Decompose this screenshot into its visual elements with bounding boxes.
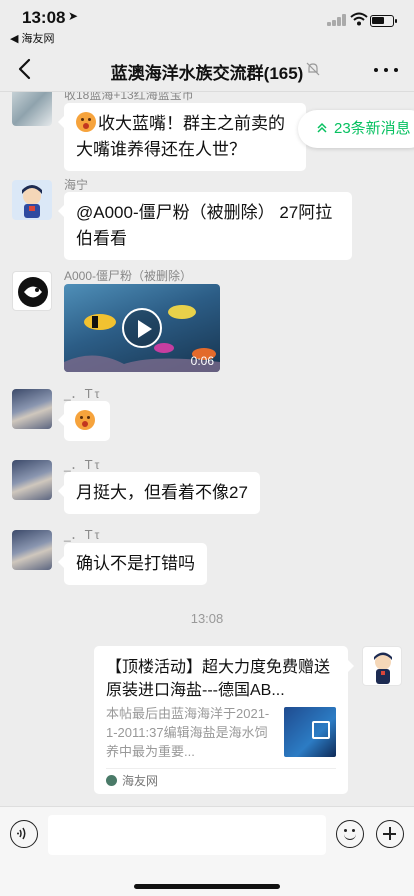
plus-icon[interactable] xyxy=(376,820,404,848)
divider xyxy=(106,768,336,769)
double-chevron-up-icon xyxy=(317,122,327,133)
message-bubble[interactable] xyxy=(58,401,110,441)
message-timestamp: 13:08 xyxy=(190,611,224,626)
cartoon-avatar-icon xyxy=(22,185,42,218)
message-text: 收大蓝嘴！群主之前卖的大嘴谁养得还在人世？ xyxy=(76,114,285,159)
video-message[interactable]: 0:06 xyxy=(64,284,220,372)
link-card[interactable]: 【顶楼活动】超大力度免费赠送原装进口海盐---德国AB... 本帖最后由蓝海海洋… xyxy=(94,646,354,794)
cartoon-avatar-icon xyxy=(374,652,392,684)
sender-name: _．Ｔτ xyxy=(64,528,100,542)
link-card-title: 【顶楼活动】超大力度免费赠送原装进口海盐---德国AB... xyxy=(106,659,331,699)
message-text: @A000-僵尸粉（被删除） 27阿拉伯看看 xyxy=(76,203,333,248)
my-avatar[interactable] xyxy=(362,646,402,686)
avatar[interactable] xyxy=(12,92,52,126)
signal-icon xyxy=(327,14,347,26)
chat-title: 蓝澳海洋水族交流群(165) xyxy=(110,64,304,83)
battery-icon xyxy=(370,15,397,27)
message-bubble[interactable]: 收大蓝嘴！群主之前卖的大嘴谁养得还在人世？ xyxy=(58,103,306,171)
source-name: 海友网 xyxy=(122,774,159,788)
sender-name: _．Ｔτ xyxy=(64,458,100,472)
chat-header: 蓝澳海洋水族交流群(165) xyxy=(0,46,414,92)
location-arrow-icon: ➤ xyxy=(68,9,79,23)
sender-name: _．Ｔτ xyxy=(64,387,100,401)
new-messages-button[interactable]: 23条新消息 xyxy=(298,110,414,148)
message-bubble[interactable]: 确认不是打错吗 xyxy=(58,543,207,585)
input-bar xyxy=(0,806,414,896)
source-app-icon xyxy=(106,775,117,786)
emoji-icon[interactable] xyxy=(336,820,364,848)
sender-name: A000-僵尸粉（被删除） xyxy=(64,269,193,283)
avatar[interactable] xyxy=(12,389,52,429)
play-icon[interactable] xyxy=(122,308,162,348)
kiss-emoji-icon xyxy=(75,410,95,430)
more-dots-icon[interactable] xyxy=(372,58,400,80)
home-indicator xyxy=(134,884,280,889)
bell-muted-icon xyxy=(306,62,320,76)
avatar[interactable] xyxy=(12,460,52,500)
message-bubble[interactable]: 月挺大，但看着不像27 xyxy=(58,472,260,514)
message-text: 月挺大，但看着不像27 xyxy=(76,483,248,502)
avatar[interactable] xyxy=(12,180,52,220)
fish-logo-icon xyxy=(18,277,48,307)
kiss-emoji-icon xyxy=(76,112,96,132)
message-list[interactable]: 收18蓝海+13红海蓝宝币 收大蓝嘴！群主之前卖的大嘴谁养得还在人世？ 23条新… xyxy=(0,92,414,806)
link-card-thumbnail xyxy=(284,707,336,757)
link-card-description: 本帖最后由蓝海海洋于2021-1-2011:37编辑海盐是海水饲养中最为重要..… xyxy=(106,706,270,759)
message-input[interactable] xyxy=(48,815,326,855)
voice-icon[interactable] xyxy=(10,820,38,848)
avatar[interactable] xyxy=(12,271,52,311)
message-text: 确认不是打错吗 xyxy=(76,554,195,573)
new-messages-label: 23条新消息 xyxy=(334,120,411,137)
sender-name: 海宁 xyxy=(64,178,89,192)
avatar[interactable] xyxy=(12,530,52,570)
status-bar: 13:08 ➤ ◀ 海友网 xyxy=(0,0,414,46)
wifi-icon xyxy=(350,12,368,26)
back-to-app-link[interactable]: ◀ 海友网 xyxy=(10,30,55,46)
link-card-source: 海友网 xyxy=(106,773,158,789)
status-time: 13:08 xyxy=(22,8,66,27)
message-bubble[interactable]: @A000-僵尸粉（被删除） 27阿拉伯看看 xyxy=(58,192,352,260)
sender-name: 收18蓝海+13红海蓝宝币 xyxy=(64,92,194,102)
video-duration: 0:06 xyxy=(190,354,214,368)
